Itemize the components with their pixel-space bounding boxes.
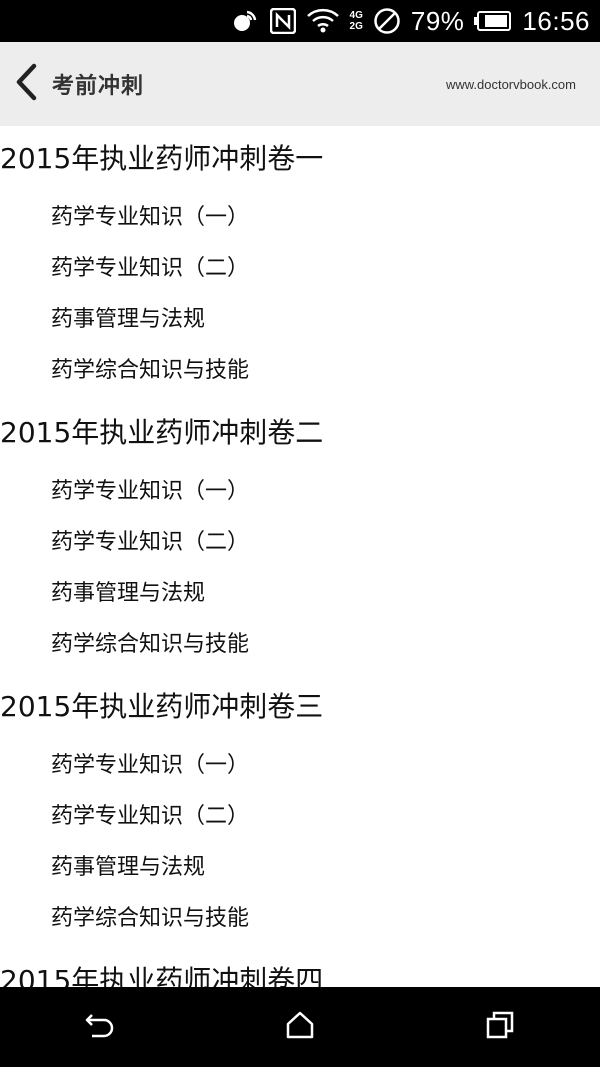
site-url: www.doctorvbook.com [445,76,576,92]
exam-group: 2015年执业药师冲刺卷四 [0,948,600,987]
home-icon [285,1011,315,1043]
exam-group: 2015年执业药师冲刺卷二 药学专业知识（一） 药学专业知识（二） 药事管理与法… [0,400,600,674]
list-item[interactable]: 药学专业知识（一） [0,466,600,517]
cell-signal-icon: 4G 2G [350,6,363,36]
battery-percent: 79% [410,5,465,36]
wifi-icon [306,6,340,36]
wifi-calling-icon [230,6,260,36]
nav-home-button[interactable] [260,987,340,1067]
list-item[interactable]: 药学专业知识（二） [0,791,600,842]
back-button[interactable] [0,42,52,126]
list-item[interactable]: 药事管理与法规 [0,568,600,619]
section-title: 2015年执业药师冲刺卷四 [0,964,324,987]
clock: 16:56 [522,5,590,36]
section-title: 2015年执业药师冲刺卷三 [0,690,324,723]
nav-back-button[interactable] [60,987,140,1067]
app-header: 考前冲刺 www.doctorvbook.com [0,42,600,126]
list-item[interactable]: 药学专业知识（二） [0,243,600,294]
network-type-top: 4G [349,10,363,21]
page-title: 考前冲刺 [52,74,145,99]
list-item[interactable]: 药事管理与法规 [0,294,600,345]
list-item[interactable]: 药学综合知识与技能 [0,345,600,396]
nav-recent-apps-button[interactable] [460,987,540,1067]
exam-group: 2015年执业药师冲刺卷一 药学专业知识（一） 药学专业知识（二） 药事管理与法… [0,126,600,400]
list-item[interactable]: 药学综合知识与技能 [0,619,600,670]
section-title: 2015年执业药师冲刺卷一 [0,142,324,175]
recent-apps-icon [485,1010,515,1044]
list-item[interactable]: 药事管理与法规 [0,842,600,893]
chevron-left-icon [14,63,38,105]
list-item[interactable]: 药学专业知识（一） [0,740,600,791]
list-item[interactable]: 药学专业知识（一） [0,192,600,243]
exam-group: 2015年执业药师冲刺卷三 药学专业知识（一） 药学专业知识（二） 药事管理与法… [0,674,600,948]
system-nav-bar [0,987,600,1067]
network-type-bottom: 2G [349,21,363,32]
list-item[interactable]: 药学综合知识与技能 [0,893,600,944]
section-title: 2015年执业药师冲刺卷二 [0,416,324,449]
list-item[interactable]: 药学专业知识（二） [0,517,600,568]
exam-list: 2015年执业药师冲刺卷一 药学专业知识（一） 药学专业知识（二） 药事管理与法… [0,126,600,987]
back-icon [84,1011,116,1043]
status-bar: 4G 2G 79% 16:56 [0,0,600,42]
nfc-icon [269,6,296,36]
battery-icon [474,6,512,36]
dnd-icon [373,6,401,36]
